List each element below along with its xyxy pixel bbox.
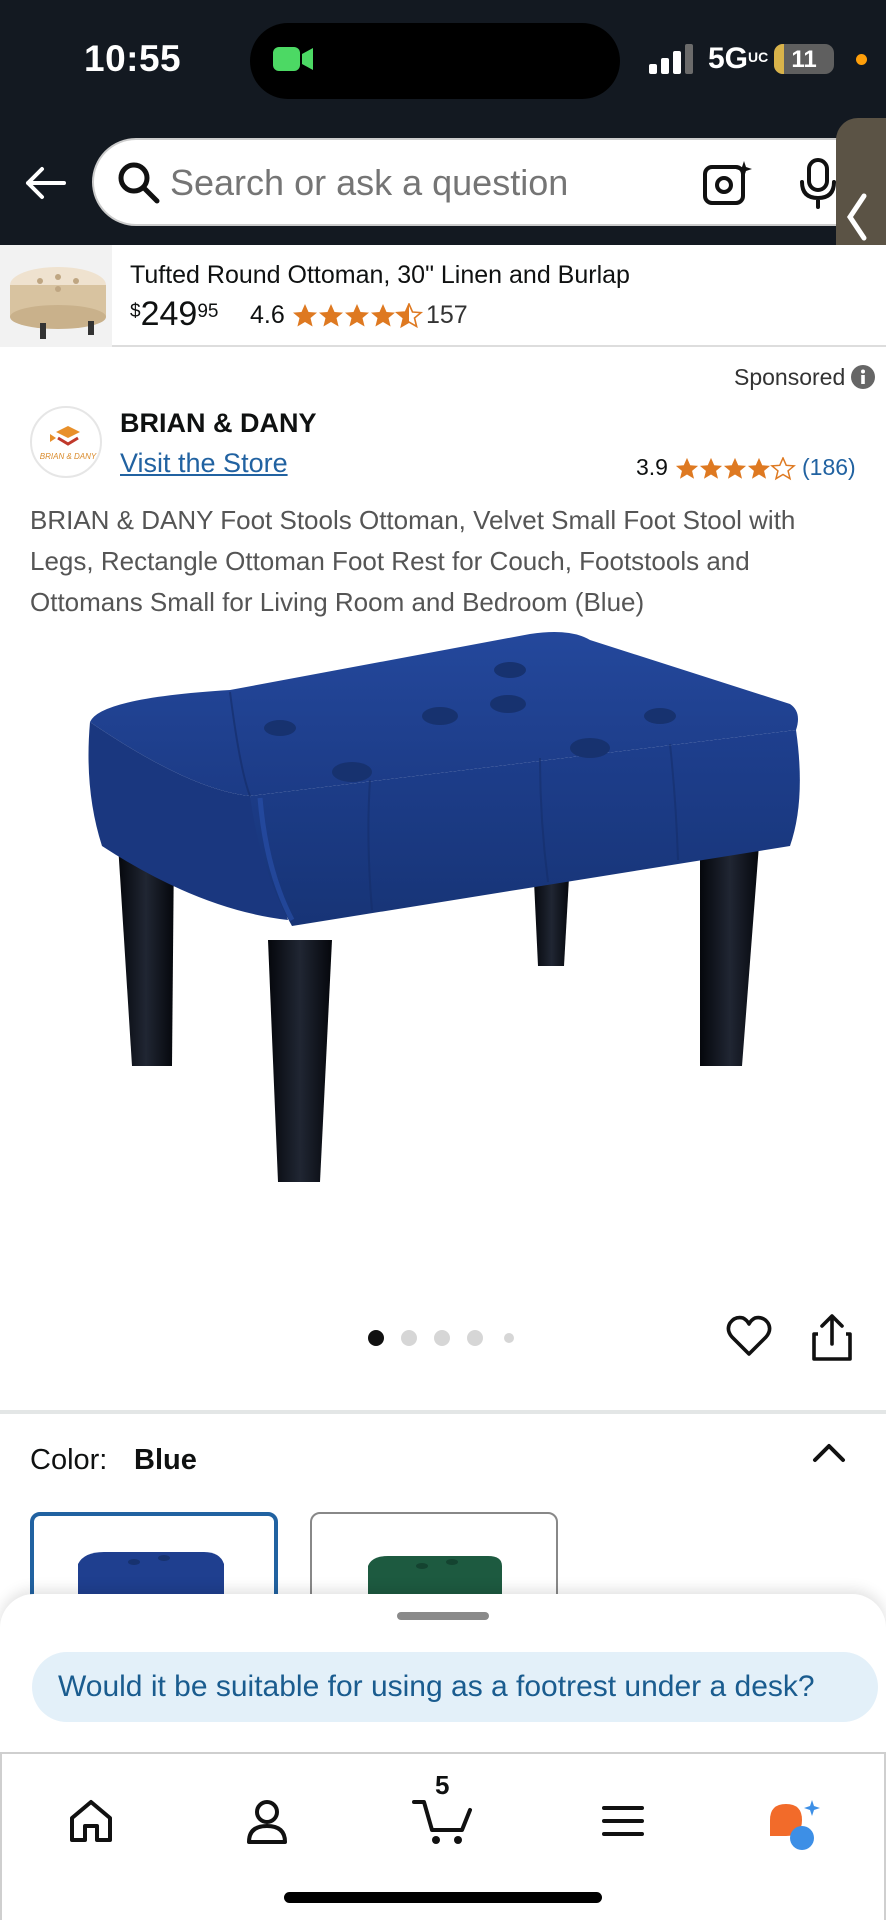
camera-lens-icon[interactable] — [702, 158, 752, 208]
suggested-question-chip[interactable]: Would it be suitable for using as a foot… — [32, 1652, 878, 1722]
star-rating-icon — [292, 303, 423, 329]
product-image-blue-velvet-ottoman[interactable] — [70, 620, 810, 1240]
facetime-camera-icon — [273, 47, 313, 71]
cart-icon[interactable] — [412, 1796, 474, 1846]
section-divider — [0, 1410, 886, 1414]
account-icon[interactable] — [242, 1796, 292, 1846]
battery-icon: 11 — [774, 44, 834, 74]
sticky-review-count: 157 — [426, 301, 468, 329]
chevron-up-icon[interactable] — [810, 1438, 848, 1466]
signal-icon — [649, 44, 693, 74]
assistant-bottom-sheet[interactable]: Would it be suitable for using as a foot… — [0, 1594, 886, 1754]
carousel-dot[interactable] — [467, 1330, 483, 1346]
menu-icon[interactable] — [598, 1796, 648, 1846]
carousel-dot[interactable] — [434, 1330, 450, 1346]
ottoman-thumbnail — [0, 245, 112, 347]
sticky-product-price: $24995 — [130, 295, 219, 333]
back-arrow-icon[interactable] — [22, 160, 68, 206]
brand-logo-text: BRIAN & DANY — [39, 452, 97, 461]
battery-level: 11 — [791, 46, 817, 73]
carousel-dot[interactable] — [401, 1330, 417, 1346]
search-bar[interactable] — [92, 138, 872, 226]
rufus-assistant-icon[interactable] — [766, 1796, 822, 1852]
cart-count-badge: 5 — [435, 1770, 450, 1800]
sponsored-label: Sponsored — [734, 364, 846, 390]
search-input[interactable] — [170, 158, 670, 208]
color-value: Blue — [134, 1444, 197, 1476]
info-icon[interactable] — [850, 364, 876, 390]
chevron-left-icon — [846, 193, 867, 241]
color-label: Color: — [30, 1444, 108, 1476]
star-rating-icon — [676, 456, 797, 481]
mic-indicator-dot — [856, 54, 867, 65]
carousel-dot[interactable] — [504, 1333, 514, 1343]
home-icon[interactable] — [66, 1796, 116, 1846]
brand-logo[interactable]: BRIAN & DANY — [30, 406, 102, 478]
sticky-product-banner[interactable]: Tufted Round Ottoman, 30" Linen and Burl… — [0, 245, 886, 347]
search-icon — [118, 162, 160, 204]
visit-store-link[interactable]: Visit the Store — [120, 448, 288, 479]
product-title: BRIAN & DANY Foot Stools Ottoman, Velvet… — [30, 505, 796, 617]
sticky-product-title: Tufted Round Ottoman, 30" Linen and Burl… — [130, 261, 630, 289]
review-count-link[interactable]: (186) — [802, 454, 856, 481]
microphone-icon[interactable] — [794, 156, 842, 210]
product-rating[interactable]: 3.9 — [636, 454, 797, 481]
carousel-dot-active[interactable] — [368, 1330, 384, 1346]
sticky-product-rating: 4.6 — [250, 301, 424, 330]
heart-icon[interactable] — [726, 1314, 772, 1358]
sheet-drag-handle[interactable] — [397, 1612, 489, 1620]
home-indicator — [284, 1892, 602, 1903]
share-icon[interactable] — [810, 1312, 854, 1362]
status-time: 10:55 — [84, 38, 182, 79]
brand-name: BRIAN & DANY — [120, 408, 317, 438]
network-label: 5GUC — [708, 42, 769, 75]
